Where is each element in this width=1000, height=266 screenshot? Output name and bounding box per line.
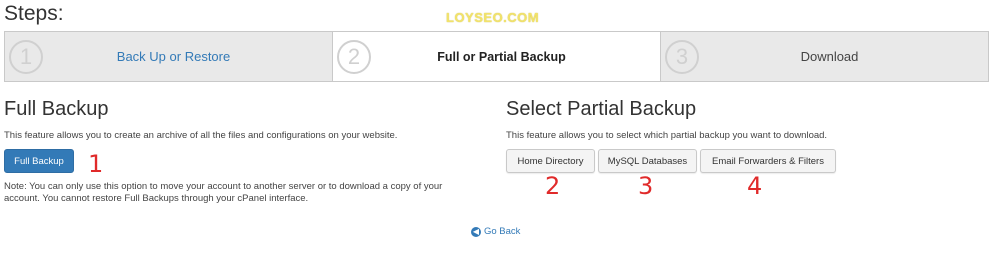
step-download: 3 Download: [660, 32, 988, 81]
note-line-1: Note: You can only use this option to mo…: [4, 181, 443, 192]
full-backup-note: Note: You can only use this option to mo…: [4, 181, 494, 205]
annotation-2: 2: [545, 172, 561, 200]
step-backup-or-restore[interactable]: 1 Back Up or Restore: [5, 32, 332, 81]
step-label-full-or-partial-backup: Full or Partial Backup: [437, 49, 566, 64]
partial-backup-description: This feature allows you to select which …: [506, 130, 828, 141]
watermark: LOYSEO.COM: [446, 10, 540, 25]
full-backup-button[interactable]: Full Backup: [4, 149, 74, 173]
partial-backup-title: Select Partial Backup: [506, 98, 697, 120]
step-full-or-partial-backup: 2 Full or Partial Backup: [332, 32, 660, 81]
step-number-2: 2: [337, 40, 371, 74]
go-back-label[interactable]: Go Back: [484, 226, 520, 237]
step-number-1: 1: [9, 40, 43, 74]
annotation-4: 4: [747, 172, 763, 200]
step-number-3: 3: [665, 40, 699, 74]
full-backup-title: Full Backup: [4, 98, 109, 120]
step-label-download: Download: [800, 49, 859, 64]
note-line-2: account. You cannot restore Full Backups…: [4, 193, 309, 204]
step-bar: 1 Back Up or Restore 2 Full or Partial B…: [4, 31, 989, 82]
go-back-link[interactable]: ◀ Go Back: [471, 226, 520, 237]
annotation-3: 3: [638, 172, 654, 200]
email-forwarders-filters-button[interactable]: Email Forwarders & Filters: [700, 149, 836, 173]
mysql-databases-button[interactable]: MySQL Databases: [598, 149, 697, 173]
annotation-1: 1: [88, 150, 104, 178]
full-backup-description: This feature allows you to create an arc…: [4, 130, 398, 141]
home-directory-button[interactable]: Home Directory: [506, 149, 595, 173]
arrow-left-circle-icon: ◀: [471, 226, 481, 237]
step-label-backup-or-restore[interactable]: Back Up or Restore: [117, 49, 230, 64]
steps-heading: Steps:: [4, 2, 64, 25]
